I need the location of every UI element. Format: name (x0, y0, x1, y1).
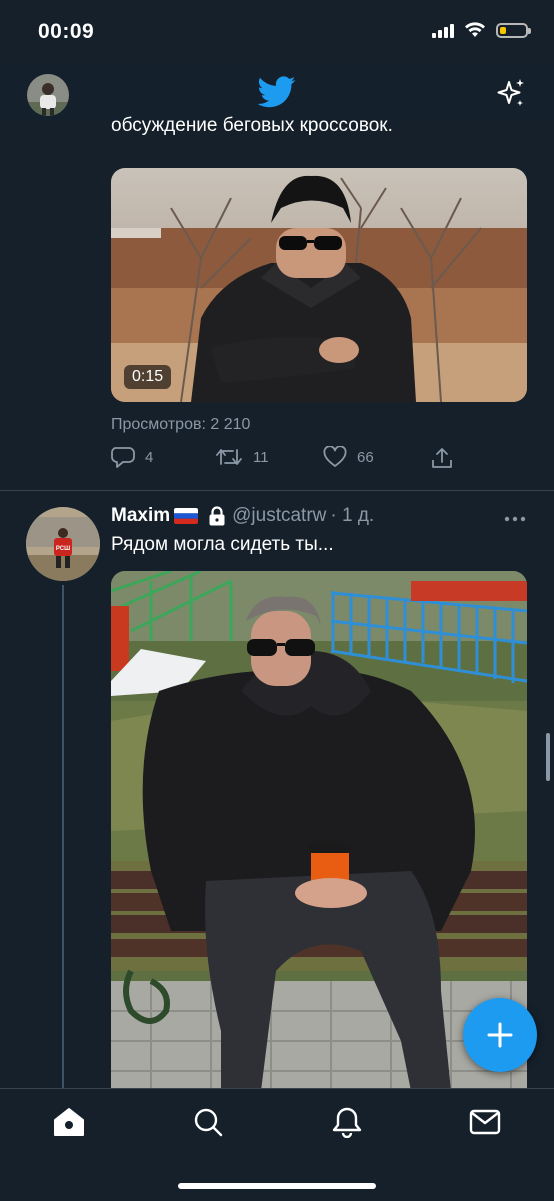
home-icon (54, 1108, 84, 1136)
mail-icon (469, 1109, 501, 1135)
tweet-text: обсуждение беговых кроссовок. (111, 115, 393, 136)
battery-icon (496, 22, 531, 38)
video-duration: 0:15 (124, 365, 172, 389)
tweet-text: Рядом могла сидеть ты... (111, 534, 334, 555)
like-count: 66 (357, 448, 374, 466)
share-button[interactable] (430, 446, 454, 470)
avatar[interactable]: РСШ (26, 507, 100, 581)
thread-line (62, 585, 64, 1090)
search-icon (194, 1108, 223, 1137)
retweet-button[interactable]: 11 (215, 446, 269, 468)
retweet-count: 11 (253, 448, 269, 466)
retweet-icon (216, 449, 242, 465)
status-icons (432, 22, 531, 38)
heart-icon (323, 446, 347, 467)
bell-icon (332, 1107, 362, 1138)
tab-notifications[interactable] (330, 1105, 364, 1139)
tab-messages[interactable] (468, 1105, 502, 1139)
like-button[interactable]: 66 (323, 446, 374, 468)
tab-home[interactable] (52, 1105, 86, 1139)
user-name[interactable]: Maxim (111, 505, 170, 527)
scrollbar[interactable] (546, 733, 550, 781)
lock-icon (209, 506, 225, 526)
profile-avatar[interactable] (27, 74, 69, 116)
tweet-photo[interactable] (111, 571, 527, 1091)
tweet-time: · 1 д. (330, 505, 375, 526)
status-bar: 00:09 (0, 0, 554, 66)
tab-search[interactable] (191, 1105, 225, 1139)
compose-tweet-button[interactable] (463, 998, 537, 1072)
plus-icon (487, 1022, 513, 1048)
reply-icon (111, 447, 135, 468)
cellular-signal-icon (432, 22, 454, 38)
reply-button[interactable]: 4 (111, 446, 153, 468)
avatar-shirt-text: РСШ (56, 546, 70, 552)
russia-flag-icon (174, 508, 199, 524)
reply-count: 4 (145, 448, 154, 466)
tweet-divider (0, 490, 554, 491)
more-options-icon[interactable] (504, 510, 526, 528)
tweet-actions: 4 11 66 (111, 446, 531, 476)
share-icon (432, 448, 452, 468)
status-time: 00:09 (38, 20, 95, 43)
view-count: Просмотров: 2 210 (111, 416, 251, 433)
battery-level (500, 26, 506, 34)
tweet-header: Maxim @justcatrw · 1 д. (111, 504, 374, 528)
wifi-icon (465, 22, 485, 37)
home-indicator (178, 1183, 376, 1189)
tweet-video[interactable]: 0:15 (111, 168, 527, 402)
user-handle[interactable]: @justcatrw (232, 505, 326, 527)
